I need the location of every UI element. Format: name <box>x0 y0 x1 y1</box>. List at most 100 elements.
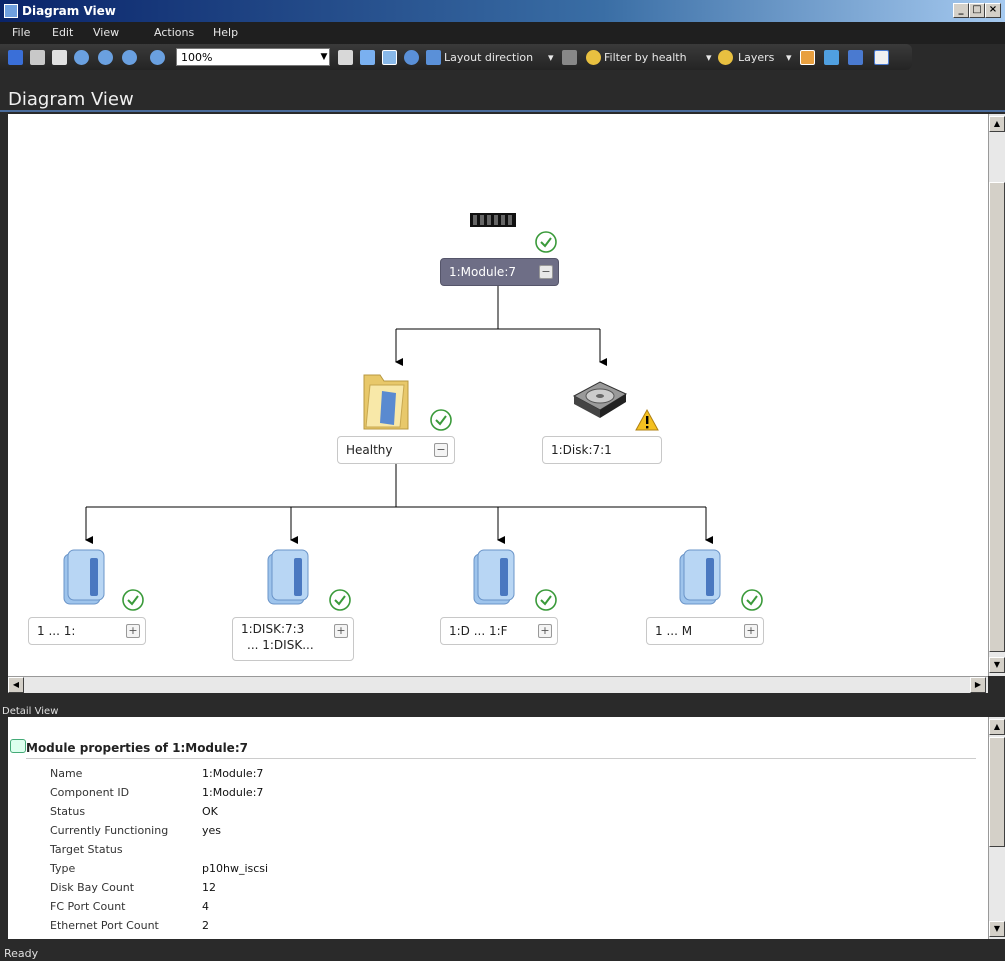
node-label: 1 ... M <box>655 624 693 638</box>
menu-actions[interactable]: Actions <box>154 26 194 39</box>
filter-dropdown-icon[interactable]: ▾ <box>706 51 712 64</box>
ok-status-icon <box>430 409 452 431</box>
scroll-up-icon[interactable]: ▲ <box>989 719 1005 735</box>
property-value: 1:Module:7 <box>202 786 264 799</box>
fit-to-window-icon[interactable] <box>338 50 353 65</box>
menu-file[interactable]: File <box>12 26 30 39</box>
connector-icon[interactable] <box>562 50 577 65</box>
layers-icon[interactable] <box>718 50 733 65</box>
export-icon[interactable] <box>360 50 375 65</box>
close-button[interactable]: × <box>985 3 1001 18</box>
property-name: Ethernet Port Count <box>50 919 159 932</box>
maximize-button[interactable]: □ <box>969 3 985 18</box>
scroll-thumb[interactable] <box>989 737 1005 847</box>
toolbar: 100% ▼ Layout direction ▾ Filter by heal… <box>0 44 912 70</box>
property-value: yes <box>202 824 222 837</box>
property-name: Name <box>50 767 83 780</box>
node-label-line1: 1:DISK:7:3 <box>241 622 305 636</box>
warning-status-icon <box>635 408 659 431</box>
status-bar: Ready <box>0 939 1005 961</box>
filter-by-health-button[interactable]: Filter by health <box>604 51 687 64</box>
scroll-left-icon[interactable]: ◀ <box>8 677 24 693</box>
zoom-dropdown-icon[interactable]: ▼ <box>318 49 330 65</box>
property-name: Currently Functioning <box>50 824 169 837</box>
layout-direction-button[interactable]: Layout direction <box>444 51 533 64</box>
zoom-out-icon[interactable] <box>122 50 137 65</box>
scroll-up-icon[interactable]: ▲ <box>989 116 1005 132</box>
module-properties-title: Module properties of 1:Module:7 <box>26 741 248 755</box>
status-text: Ready <box>4 947 39 960</box>
detail-view-title: Detail View <box>2 706 59 717</box>
expand-icon[interactable]: + <box>538 624 552 638</box>
center-icon[interactable] <box>404 50 419 65</box>
expand-icon[interactable]: + <box>334 624 348 638</box>
node-label-line2: ... 1:DISK... <box>247 638 314 652</box>
ok-status-icon <box>535 589 557 611</box>
module-properties-icon <box>10 739 26 753</box>
detail-vertical-scrollbar[interactable]: ▲ ▼ <box>988 717 1005 939</box>
layout-direction-icon[interactable] <box>426 50 441 65</box>
scroll-right-icon[interactable]: ▶ <box>970 677 986 693</box>
detail-view-panel: Module properties of 1:Module:7 Name 1:M… <box>8 717 988 939</box>
property-value: OK <box>202 805 218 818</box>
node-disk-group-4[interactable]: 1 ... M + <box>646 617 764 645</box>
print-preview-icon[interactable] <box>52 50 67 65</box>
app-icon <box>4 4 18 18</box>
layout-icon[interactable] <box>382 50 397 65</box>
menu-help[interactable]: Help <box>213 26 238 39</box>
node-disk-7-1[interactable]: 1:Disk:7:1 <box>542 436 662 464</box>
node-module-7[interactable]: 1:Module:7 − <box>440 258 559 286</box>
property-name: Target Status <box>50 843 123 856</box>
collapse-icon[interactable]: − <box>539 265 553 279</box>
expand-icon[interactable]: + <box>744 624 758 638</box>
layers-dropdown-icon[interactable]: ▾ <box>786 51 792 64</box>
diagram-view-title: Diagram View <box>8 89 134 110</box>
disk-group-icon <box>473 549 515 605</box>
layout-direction-dropdown-icon[interactable]: ▾ <box>548 51 554 64</box>
diagram-horizontal-scrollbar[interactable]: ◀ ▶ <box>8 676 988 693</box>
property-value: 4 <box>202 900 209 913</box>
disk-group-icon <box>679 549 721 605</box>
scroll-down-icon[interactable]: ▼ <box>989 921 1005 937</box>
menu-bar: File Edit View Actions Help <box>0 22 1005 44</box>
filter-icon[interactable] <box>586 50 601 65</box>
property-name: Status <box>50 805 86 818</box>
zoom-level-input[interactable]: 100% <box>176 48 330 66</box>
ok-status-icon <box>741 589 763 611</box>
diagram-canvas[interactable]: 1:Module:7 − Healthy − 1:Disk:7:1 1 ... … <box>8 114 988 676</box>
property-name: FC Port Count <box>50 900 126 913</box>
minimize-button[interactable]: _ <box>953 3 969 18</box>
scroll-down-icon[interactable]: ▼ <box>989 657 1005 673</box>
property-name: Disk Bay Count <box>50 881 135 894</box>
detail-separator <box>26 758 976 759</box>
node-label: 1:D ... 1:F <box>449 624 508 638</box>
zoom-icon[interactable] <box>74 50 89 65</box>
property-value: 1:Module:7 <box>202 767 264 780</box>
menu-view[interactable]: View <box>93 26 119 39</box>
details-icon[interactable] <box>848 50 863 65</box>
diagram-view-window: Diagram View _ □ × File Edit View Action… <box>0 0 1005 961</box>
diagram-view-header: Diagram View <box>0 70 1005 112</box>
node-disk-group-2[interactable]: 1:DISK:7:3 ... 1:DISK... + <box>232 617 354 661</box>
expand-icon[interactable]: + <box>126 624 140 638</box>
node-disk-group-3[interactable]: 1:D ... 1:F + <box>440 617 558 645</box>
zoom-in-icon[interactable] <box>98 50 113 65</box>
highlight-icon[interactable] <box>800 50 815 65</box>
diagram-vertical-scrollbar[interactable]: ▲ ▼ <box>988 114 1005 676</box>
save-icon[interactable] <box>8 50 23 65</box>
ok-status-icon <box>122 589 144 611</box>
window-title: Diagram View <box>22 4 116 18</box>
layers-button[interactable]: Layers <box>738 51 774 64</box>
zoom-reset-icon[interactable] <box>150 50 165 65</box>
property-value: 2 <box>202 919 209 932</box>
print-icon[interactable] <box>30 50 45 65</box>
properties-icon[interactable] <box>824 50 839 65</box>
scroll-thumb[interactable] <box>989 182 1005 652</box>
node-label: 1:Module:7 <box>449 265 516 279</box>
node-healthy[interactable]: Healthy − <box>337 436 455 464</box>
collapse-icon[interactable]: − <box>434 443 448 457</box>
menu-edit[interactable]: Edit <box>52 26 73 39</box>
node-disk-group-1[interactable]: 1 ... 1: + <box>28 617 146 645</box>
panel-icon[interactable] <box>874 50 889 65</box>
ok-status-icon <box>329 589 351 611</box>
